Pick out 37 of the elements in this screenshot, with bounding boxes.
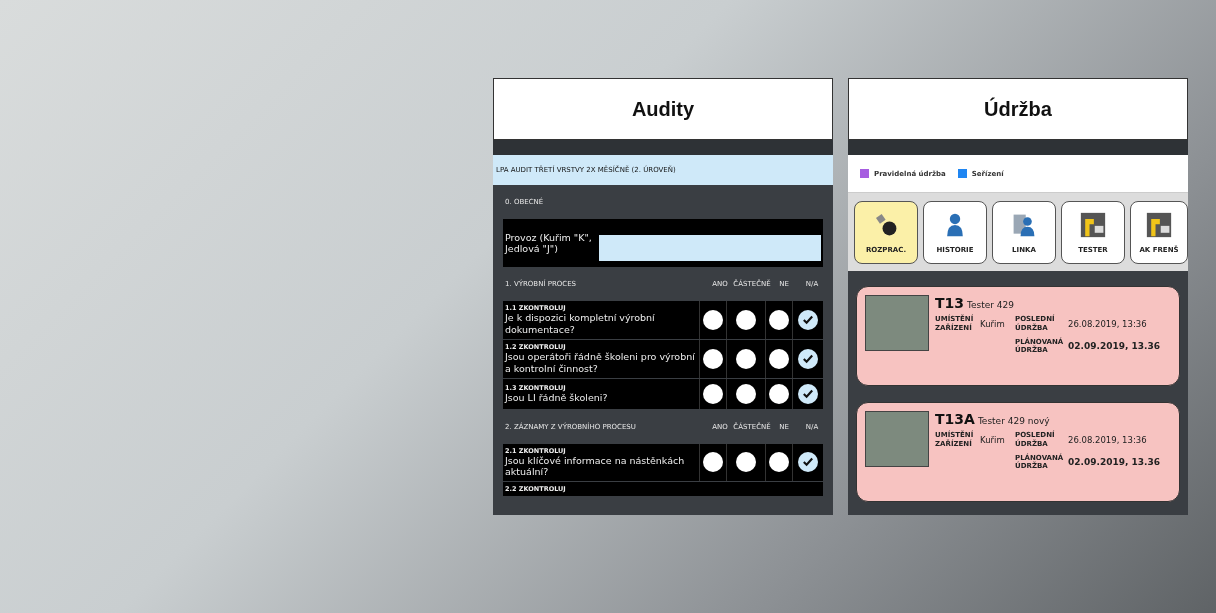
radio-button[interactable] bbox=[703, 348, 723, 369]
radio-button[interactable] bbox=[703, 383, 723, 404]
radio-button[interactable] bbox=[703, 452, 723, 473]
question-text: Je k dispozici kompletní výrobní dokumentace? bbox=[505, 312, 656, 336]
panel-title: Audity bbox=[493, 78, 833, 140]
location-value: Kuřim bbox=[980, 318, 1006, 329]
checked-radio[interactable] bbox=[798, 383, 818, 404]
checked-radio[interactable] bbox=[798, 309, 818, 330]
panel-title: Údržba bbox=[848, 78, 1188, 140]
wrench-icon bbox=[873, 211, 899, 238]
radio-button[interactable] bbox=[769, 309, 789, 330]
date-value: 26.08.2019, 13:36 bbox=[1068, 318, 1148, 329]
radio-button[interactable] bbox=[769, 383, 789, 404]
date-value: 02.09.2019, 13.36 bbox=[1068, 457, 1161, 468]
radio-button[interactable] bbox=[736, 348, 756, 369]
radio-button[interactable] bbox=[703, 309, 723, 330]
radio-button[interactable] bbox=[736, 309, 756, 330]
machine-icon bbox=[1146, 211, 1172, 238]
input-field[interactable] bbox=[599, 235, 821, 261]
date-value: 26.08.2019, 13:36 bbox=[1068, 434, 1148, 445]
field-label: Provoz (Kuřim "K", Jedlová "J") bbox=[503, 232, 593, 254]
equipment-name: Tester 429 bbox=[967, 300, 1015, 310]
question-text: Jsou LI řádně školeni? bbox=[505, 391, 609, 404]
equipment-code: T13A bbox=[935, 411, 975, 427]
date-value: 02.09.2019, 13.36 bbox=[1068, 341, 1161, 352]
machine-icon bbox=[1080, 211, 1106, 238]
question-text: Jsou klíčové informace na nástěnkách aktuální? bbox=[505, 454, 686, 479]
radio-button[interactable] bbox=[769, 452, 789, 473]
question-text: Jsou operátoři řádně školeni pro výrobní a kontrolní činnost? bbox=[505, 350, 696, 375]
checked-radio[interactable] bbox=[798, 348, 818, 369]
checked-radio[interactable] bbox=[798, 452, 818, 473]
radio-button[interactable] bbox=[736, 452, 756, 473]
equipment-code: T13 bbox=[935, 295, 965, 311]
radio-button[interactable] bbox=[769, 348, 789, 369]
radio-button[interactable] bbox=[736, 383, 756, 404]
location-value: Kuřim bbox=[980, 434, 1006, 445]
equipment-name: Tester 429 nový bbox=[977, 416, 1050, 426]
